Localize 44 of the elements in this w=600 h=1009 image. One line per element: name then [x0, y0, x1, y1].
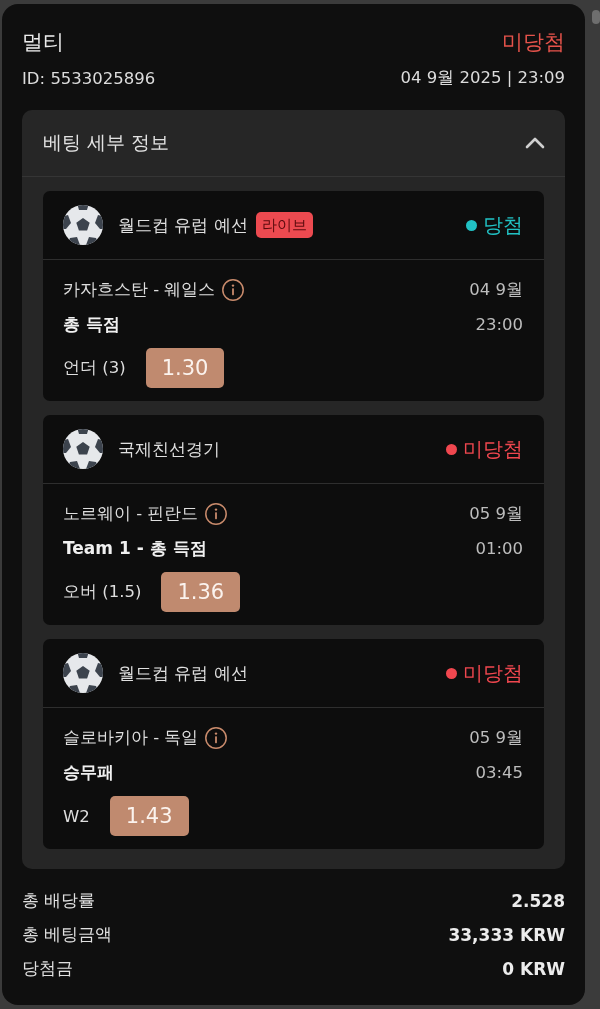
live-badge: 라이브 [255, 212, 313, 238]
match-time: 23:00 [475, 315, 523, 334]
info-icon [222, 278, 245, 301]
summary-label: 당첨금 [22, 958, 73, 980]
info-icon [205, 502, 228, 525]
summary-value: 2.528 [511, 891, 565, 911]
bet-status: 미당첨 [502, 29, 565, 56]
details-header[interactable]: 베팅 세부 정보 [22, 110, 565, 177]
match-date: 04 9월 [469, 278, 523, 301]
odds-badge: 1.43 [109, 796, 189, 836]
match-time: 01:00 [475, 539, 523, 558]
summary-label: 총 베팅금액 [22, 924, 113, 946]
selection-label: 오버 (1.5) [63, 581, 142, 603]
market-name: 승무패 [63, 761, 114, 784]
info-icon [205, 726, 228, 749]
market-name: Team 1 - 총 득점 [63, 537, 207, 560]
match-teams: 노르웨이 - 핀란드 [63, 502, 199, 525]
selection-label: 언더 (3) [63, 357, 126, 379]
league-name: 월드컵 유럽 예선 [118, 661, 248, 685]
soccer-ball-icon [63, 653, 103, 693]
soccer-ball-icon [63, 205, 103, 245]
match-date: 05 9월 [469, 502, 523, 525]
bet-type-title: 멀티 [22, 29, 64, 56]
summary-value: 0 KRW [502, 959, 565, 979]
bet-datetime: 04 9월 2025 | 23:09 [400, 67, 565, 89]
match-teams: 카자흐스탄 - 웨일스 [63, 278, 216, 301]
market-name: 총 득점 [63, 313, 120, 336]
match-time: 03:45 [475, 763, 523, 782]
match-date: 05 9월 [469, 726, 523, 749]
league-name: 국제친선경기 [118, 437, 220, 461]
scrollbar-thumb[interactable] [592, 10, 600, 24]
match-teams: 슬로바키아 - 독일 [63, 726, 199, 749]
odds-badge: 1.36 [161, 572, 241, 612]
selection-label: W2 [63, 806, 90, 826]
result-status: 미당첨 [463, 435, 523, 463]
soccer-ball-icon [63, 429, 103, 469]
summary-label: 총 배당률 [22, 890, 96, 912]
chevron-up-icon [525, 137, 545, 149]
result-status: 미당첨 [463, 659, 523, 687]
odds-badge: 1.30 [145, 348, 225, 388]
league-name: 월드컵 유럽 예선 [118, 213, 248, 237]
bet-id: ID: 5533025896 [22, 68, 156, 88]
summary-value: 33,333 KRW [448, 925, 565, 945]
result-status: 당첨 [483, 211, 523, 239]
